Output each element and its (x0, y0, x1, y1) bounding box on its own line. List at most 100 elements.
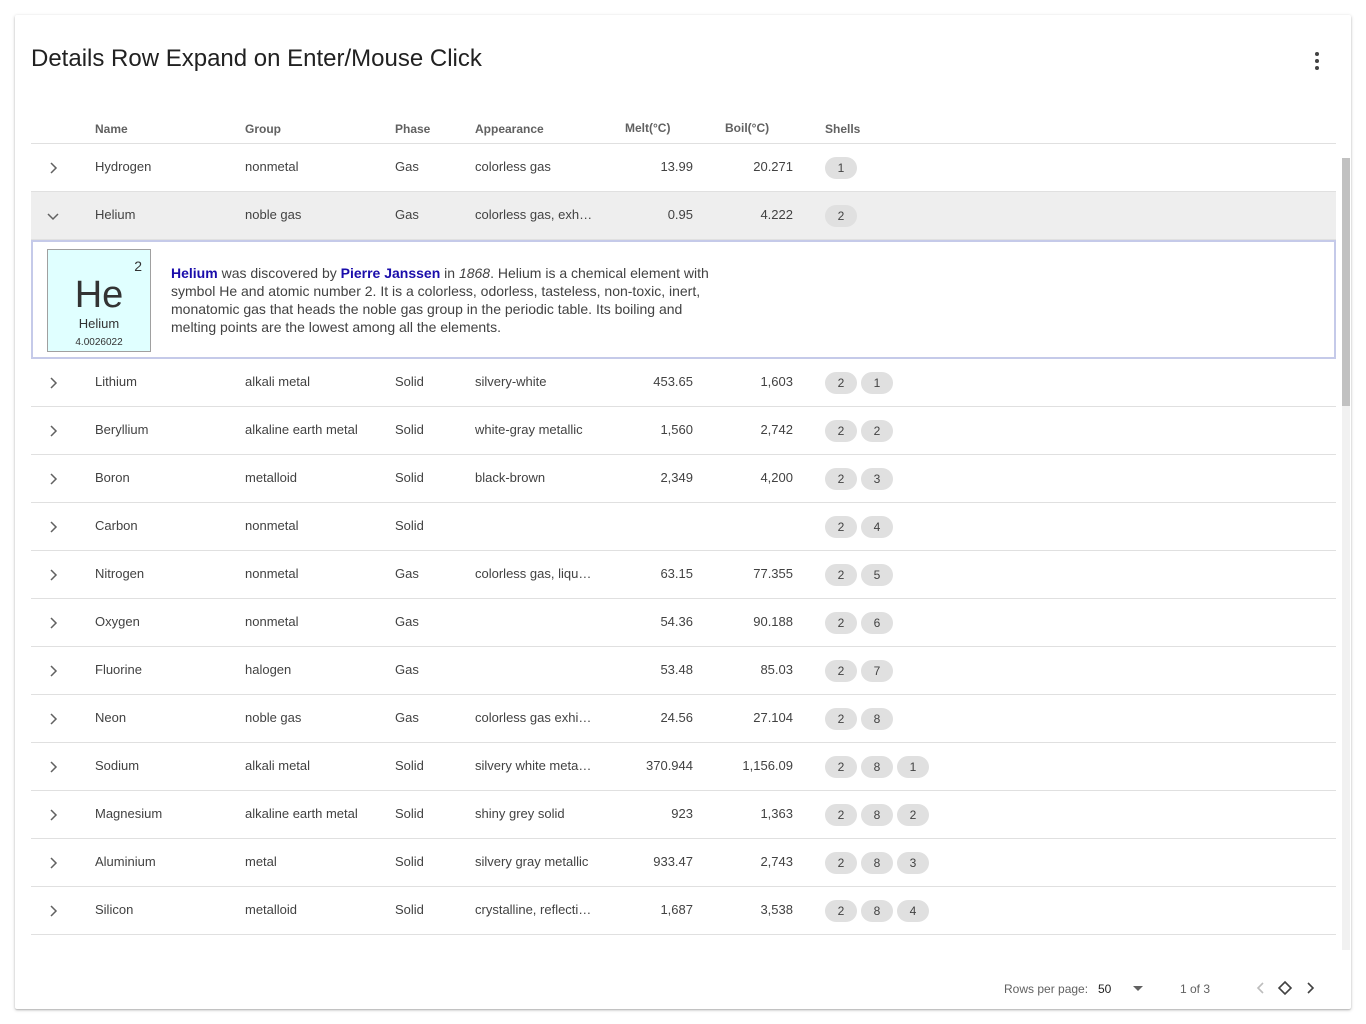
desc-text-1: was discovered by (217, 265, 341, 281)
chevron-right-icon[interactable] (45, 423, 61, 439)
dropdown-arrow-icon[interactable] (1133, 986, 1143, 991)
cell-phase: Gas (395, 710, 419, 725)
table-row[interactable]: Aluminium metal Solid silvery gray metallic… (31, 839, 1336, 887)
shell-chip: 8 (861, 804, 893, 826)
cell-name: Silicon (95, 902, 134, 917)
cell-shells: 1 (825, 157, 857, 179)
chevron-right-icon[interactable] (45, 567, 61, 583)
chevron-right-icon[interactable] (45, 663, 61, 679)
shell-chip: 2 (825, 205, 857, 227)
cell-name: Fluorine (95, 662, 142, 677)
tile-name: Helium (78, 316, 120, 331)
cell-phase: Gas (395, 566, 419, 581)
shell-chip: 7 (861, 660, 893, 682)
table-row[interactable]: Neon noble gas Gas colorless gas exhi… 24.56… (31, 695, 1336, 743)
pager: Rows per page: 50 1 of 3 (15, 960, 1351, 1010)
cell-group: noble gas (245, 207, 302, 222)
tile-mass: 4.0026022 (75, 337, 123, 348)
cell-shells: 23 (825, 468, 893, 490)
shell-chip: 4 (897, 900, 929, 922)
rows-per-page-select[interactable]: 50 (1098, 982, 1111, 996)
cell-appearance: colorless gas exhi… (475, 710, 592, 725)
cell-name: Neon (95, 710, 127, 725)
kebab-menu-icon[interactable] (1305, 49, 1329, 73)
chevron-left-icon[interactable] (1252, 979, 1270, 997)
cell-boil: 3,538 (760, 902, 793, 917)
col-header-appearance[interactable]: Appearance (475, 122, 544, 136)
shell-chip: 3 (861, 468, 893, 490)
chevron-right-icon[interactable] (45, 375, 61, 391)
chevron-right-icon[interactable] (45, 711, 61, 727)
table-row[interactable]: Magnesium alkaline earth metal Solid shiny … (31, 791, 1336, 839)
table-row[interactable]: Carbon nonmetal Solid 2 4 (31, 503, 1336, 551)
grid-card: Details Row Expand on Enter/Mouse Click … (15, 15, 1351, 1009)
cell-group: alkaline earth metal (245, 422, 358, 437)
shell-chip: 8 (861, 756, 893, 778)
col-header-shells[interactable]: Shells (825, 122, 860, 136)
shell-chip: 6 (861, 612, 893, 634)
diamond-icon[interactable] (1276, 979, 1294, 997)
cell-shells: 2 (825, 205, 857, 227)
cell-melt: 24.56 (660, 710, 693, 725)
cell-group: nonmetal (245, 518, 299, 533)
shell-chip: 5 (861, 564, 893, 586)
cell-melt: 0.95 (667, 207, 693, 222)
shell-chip: 2 (825, 564, 857, 586)
table-row[interactable]: Helium noble gas Gas colorless gas, exhi… 0.… (31, 192, 1336, 240)
cell-group: nonmetal (245, 614, 299, 629)
cell-name: Aluminium (95, 854, 156, 869)
chevron-right-icon[interactable] (1301, 979, 1319, 997)
cell-phase: Solid (395, 758, 424, 773)
cell-group: metalloid (245, 470, 298, 485)
cell-melt: 53.48 (660, 662, 693, 677)
discoverer-link[interactable]: Pierre Janssen (341, 265, 441, 281)
chevron-right-icon[interactable] (45, 471, 61, 487)
col-header-phase[interactable]: Phase (395, 122, 430, 136)
discovery-year: 1868 (458, 265, 491, 281)
cell-shells: 284 (825, 900, 929, 922)
cell-group: nonmetal (245, 159, 299, 174)
cell-phase: Gas (395, 662, 419, 677)
col-header-name[interactable]: Name (95, 122, 128, 136)
chevron-right-icon[interactable] (45, 903, 61, 919)
col-header-melt[interactable]: Melt(°C) (625, 121, 670, 135)
table-row[interactable]: Beryllium alkaline earth metal Solid white-… (31, 407, 1336, 455)
table-row[interactable]: Nitrogen nonmetal Gas colorless gas, liqui…… (31, 551, 1336, 599)
chevron-down-icon[interactable] (45, 208, 61, 224)
chevron-right-icon[interactable] (45, 807, 61, 823)
shell-chip: 2 (825, 612, 857, 634)
shell-chip: 3 (897, 852, 929, 874)
cell-shells: 28 (825, 708, 893, 730)
table-row[interactable]: Silicon metalloid Solid crystalline, reflec… (31, 887, 1336, 935)
table-row[interactable]: Boron metalloid Solid black-brown 2,349 4,200… (31, 455, 1336, 503)
chevron-right-icon[interactable] (45, 759, 61, 775)
table-row[interactable]: Sodium alkali metal Solid silvery white met… (31, 743, 1336, 791)
cell-phase: Solid (395, 422, 424, 437)
chevron-right-icon[interactable] (45, 519, 61, 535)
scrollbar-thumb[interactable] (1342, 158, 1350, 406)
table-row[interactable]: Oxygen nonmetal Gas 54.36 90.188 2 6 (31, 599, 1336, 647)
vertical-scrollbar[interactable] (1342, 158, 1350, 950)
cell-boil: 1,156.09 (742, 758, 793, 773)
table-row[interactable]: Lithium alkali metal Solid silvery-white 453… (31, 359, 1336, 407)
cell-phase: Solid (395, 902, 424, 917)
table-row[interactable]: Fluorine halogen Gas 53.48 85.03 2 7 (31, 647, 1336, 695)
chevron-right-icon[interactable] (45, 160, 61, 176)
cell-shells: 27 (825, 660, 893, 682)
cell-name: Lithium (95, 374, 137, 389)
col-header-group[interactable]: Group (245, 122, 281, 136)
cell-name: Magnesium (95, 806, 163, 821)
tile-symbol: He (74, 274, 124, 316)
cell-appearance: shiny grey solid (475, 806, 565, 821)
chevron-right-icon[interactable] (45, 615, 61, 631)
col-header-boil[interactable]: Boil(°C) (725, 121, 769, 135)
cell-boil: 1,363 (760, 806, 793, 821)
shell-chip: 2 (825, 804, 857, 826)
cell-melt: 2,349 (660, 470, 693, 485)
table-row[interactable]: Hydrogen nonmetal Gas colorless gas 13.99 20.… (31, 144, 1336, 192)
cell-melt: 923 (671, 806, 693, 821)
cell-boil: 27.104 (753, 710, 793, 725)
chevron-right-icon[interactable] (45, 855, 61, 871)
cell-phase: Gas (395, 614, 419, 629)
element-link[interactable]: Helium (171, 265, 218, 281)
